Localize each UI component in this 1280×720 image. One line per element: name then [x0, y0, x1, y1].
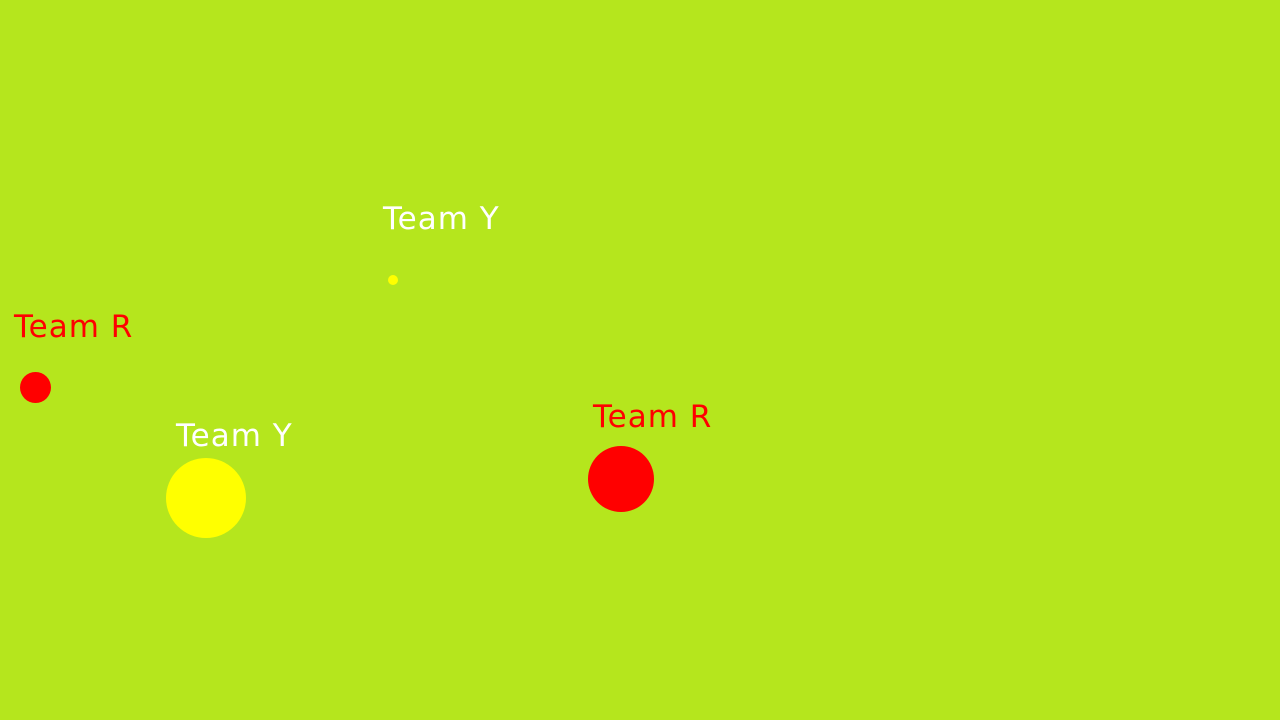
player-label: Team R [593, 399, 713, 435]
player-circle [166, 458, 246, 538]
player-circle [388, 275, 398, 285]
player-label: Team Y [383, 201, 500, 237]
player-label: Team Y [176, 418, 293, 454]
player-label: Team R [14, 309, 134, 345]
player-circle [20, 372, 51, 403]
player-circle [588, 446, 654, 512]
game-field: { "colors": { "field": "#b5e61d", "team_… [0, 0, 1280, 720]
